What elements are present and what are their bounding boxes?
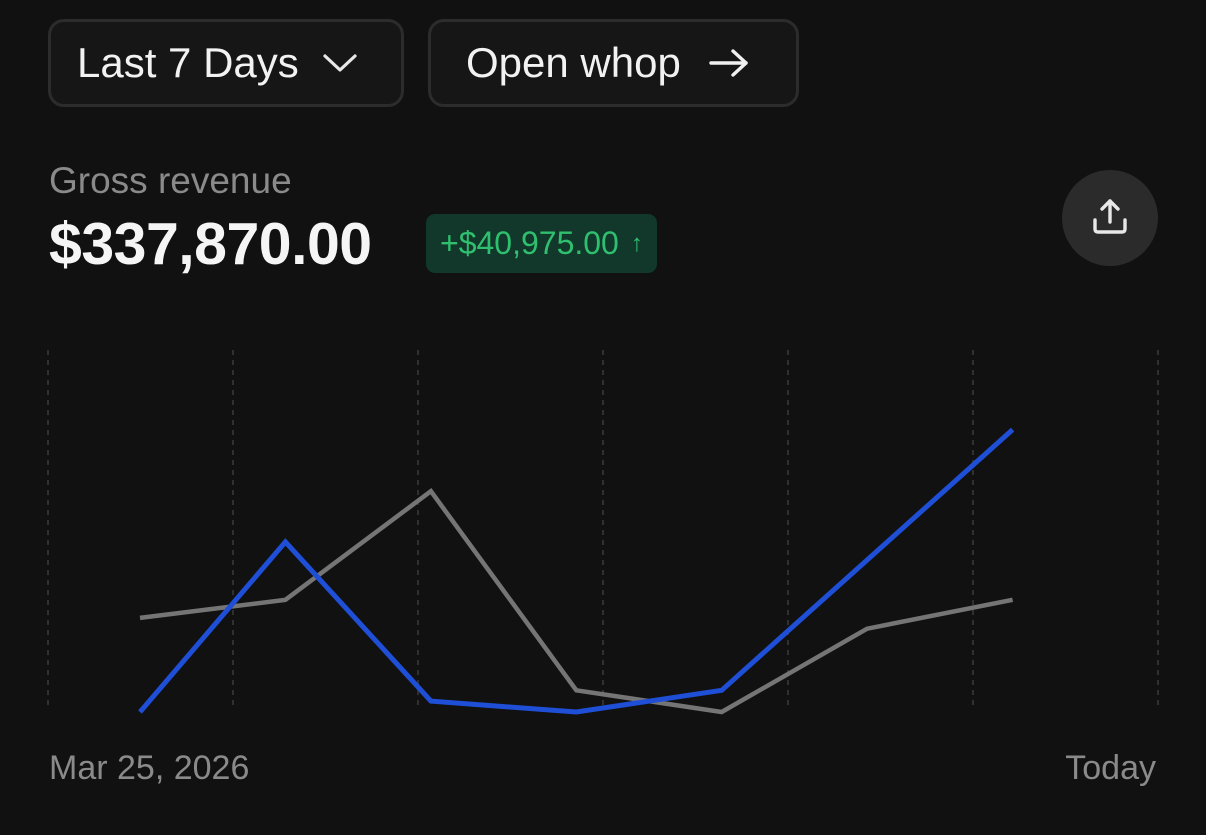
previous-period-line <box>139 488 1014 715</box>
arrow-up-icon: ↑ <box>630 229 643 257</box>
chevron-down-icon <box>323 53 357 73</box>
delta-value: +$40,975.00 <box>440 225 619 261</box>
arrow-right-icon <box>709 48 749 78</box>
share-upload-icon <box>1090 196 1130 241</box>
share-button[interactable] <box>1062 170 1158 266</box>
x-axis-end-label: Today <box>1065 749 1156 787</box>
delta-badge: +$40,975.00 ↑ <box>426 214 657 273</box>
metric-label: Gross revenue <box>49 160 292 201</box>
date-range-dropdown[interactable]: Last 7 Days <box>48 19 404 107</box>
revenue-line-chart <box>47 350 1159 715</box>
metric-value: $337,870.00 <box>49 211 372 277</box>
x-axis-start-label: Mar 25, 2026 <box>49 749 250 787</box>
open-whop-label: Open whop <box>466 39 681 86</box>
current-period-line <box>138 427 1015 715</box>
open-whop-button[interactable]: Open whop <box>428 19 799 107</box>
date-range-label: Last 7 Days <box>77 39 299 86</box>
